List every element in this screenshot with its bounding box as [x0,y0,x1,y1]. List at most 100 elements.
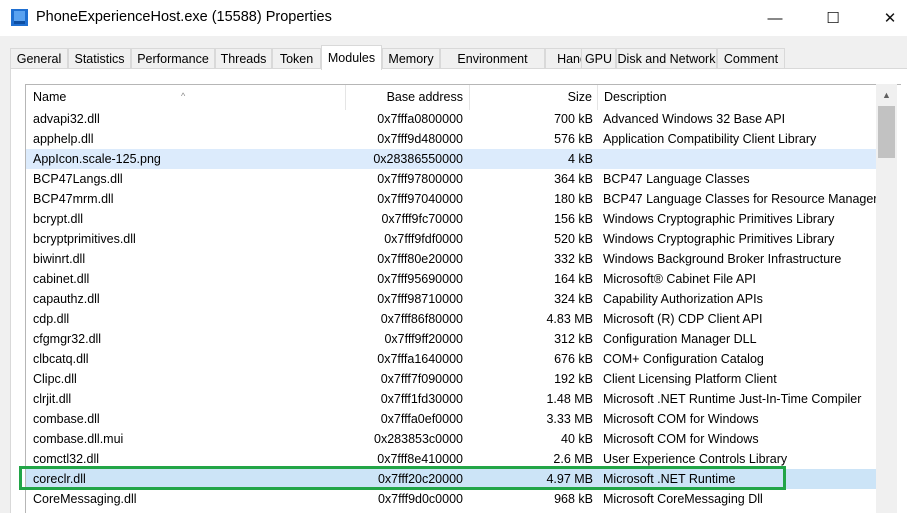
base-address: 0x7fff95690000 [377,272,463,286]
tab-gpu[interactable]: GPU [581,48,616,68]
column-header-base-address[interactable]: Base address [346,85,470,110]
module-name: clrjit.dll [33,392,72,406]
module-name: CoreMessaging.dll [33,492,137,506]
app-icon [11,9,28,26]
table-row[interactable]: cfgmgr32.dll 0x7fff9ff20000 312 kB Configur… [26,329,876,349]
tab-modules[interactable]: Modules [321,45,382,70]
module-size: 156 kB [554,212,593,226]
module-size: 4 kB [567,152,593,166]
tab-threads[interactable]: Threads [215,48,272,68]
list-header: Name ^ Base address Size Description [26,85,876,110]
table-row[interactable]: cdp.dll 0x7fff86f80000 4.83 MB Microsoft (R… [26,309,876,329]
base-address: 0x7fff20c20000 [377,472,463,486]
module-description: Microsoft (R) CDP Client API [603,312,763,326]
module-description: Microsoft .NET Runtime Just-In-Time Comp… [603,392,862,406]
table-row[interactable]: BCP47Langs.dll 0x7fff97800000 364 kB BCP47 … [26,169,876,189]
module-name: coreclr.dll [33,472,86,486]
tab-memory[interactable]: Memory [382,48,440,68]
module-name: bcryptprimitives.dll [33,232,136,246]
table-row[interactable]: bcryptprimitives.dll 0x7fff9fdf0000 520 kB… [26,229,876,249]
module-description: Windows Cryptographic Primitives Library [603,212,835,226]
modules-list[interactable]: Name ^ Base address Size Description adva… [25,84,901,513]
module-name: combase.dll [33,412,100,426]
column-header-name[interactable]: Name ^ [26,85,346,110]
tab-performance[interactable]: Performance [131,48,215,68]
module-size: 520 kB [554,232,593,246]
base-address: 0x7fffa1640000 [377,352,463,366]
base-address: 0x7fff98710000 [377,292,463,306]
module-description: BCP47 Language Classes [603,172,750,186]
module-size: 700 kB [554,112,593,126]
maximize-icon: ☐ [826,10,840,27]
module-size: 2.6 MB [553,452,593,466]
table-row[interactable]: coreclr.dll 0x7fff20c20000 4.97 MB Microsof… [26,469,876,489]
table-row[interactable]: advapi32.dll 0x7fffa0800000 700 kB Advanced… [26,109,876,129]
module-description: Windows Background Broker Infrastructure [603,252,842,266]
module-size: 40 kB [561,432,593,446]
module-name: cfgmgr32.dll [33,332,102,346]
base-address: 0x7fff97800000 [377,172,463,186]
tab-comment[interactable]: Comment [717,48,785,68]
table-row[interactable]: CoreMessaging.dll 0x7fff9d0c0000 968 kB Mic… [26,489,876,509]
base-address: 0x7fff1fd30000 [380,392,463,406]
column-header-description[interactable]: Description [598,85,898,110]
base-address: 0x7fff8e410000 [377,452,463,466]
table-row[interactable]: apphelp.dll 0x7fff9d480000 576 kB Applicati… [26,129,876,149]
maximize-button[interactable]: ☐ [810,0,856,36]
module-size: 3.33 MB [546,412,593,426]
table-row[interactable]: cabinet.dll 0x7fff95690000 164 kB Microsoft… [26,269,876,289]
close-button[interactable]: ✕ [867,0,907,36]
module-name: capauthz.dll [33,292,100,306]
module-description: Capability Authorization APIs [603,292,763,306]
module-description: Application Compatibility Client Library [603,132,817,146]
vertical-scrollbar[interactable]: ▲ [876,84,897,513]
base-address: 0x7fff9d0c0000 [377,492,463,506]
scrollbar-thumb[interactable] [878,106,895,158]
module-description: Microsoft .NET Runtime [603,472,736,486]
module-name: clbcatq.dll [33,352,89,366]
tab-environment[interactable]: Environment [440,48,545,68]
table-row[interactable]: clrjit.dll 0x7fff1fd30000 1.48 MB Microsoft… [26,389,876,409]
tab-general[interactable]: General [10,48,68,68]
window-title: PhoneExperienceHost.exe (15588) Properti… [36,9,332,25]
table-row[interactable]: biwinrt.dll 0x7fff80e20000 332 kB Windows B… [26,249,876,269]
module-description: Microsoft COM for Windows [603,412,759,426]
column-header-size[interactable]: Size [470,85,598,110]
module-name: cdp.dll [33,312,70,326]
table-row[interactable]: bcrypt.dll 0x7fff9fc70000 156 kB Windows Cr… [26,209,876,229]
tab-statistics[interactable]: Statistics [68,48,131,68]
module-description: BCP47 Language Classes for Resource Mana… [603,192,878,206]
table-row[interactable]: clbcatq.dll 0x7fffa1640000 676 kB COM+ Conf… [26,349,876,369]
module-size: 676 kB [554,352,593,366]
module-description: Advanced Windows 32 Base API [603,112,786,126]
module-name: combase.dll.mui [33,432,124,446]
table-row[interactable]: combase.dll.mui 0x283853c0000 40 kB Microso… [26,429,876,449]
module-name: advapi32.dll [33,112,100,126]
base-address: 0x7fff9ff20000 [384,332,463,346]
module-description: Microsoft® Cabinet File API [603,272,757,286]
table-row[interactable]: Clipc.dll 0x7fff7f090000 192 kB Client Lice… [26,369,876,389]
base-address: 0x7fffa0800000 [377,112,463,126]
table-row[interactable]: combase.dll 0x7fffa0ef0000 3.33 MB Microsof… [26,409,876,429]
module-size: 4.97 MB [546,472,593,486]
tab-disk-and-network[interactable]: Disk and Network [616,48,717,68]
module-size: 324 kB [554,292,593,306]
table-row[interactable]: AppIcon.scale-125.png 0x28386550000 4 kB [26,149,876,169]
base-address: 0x7fffa0ef0000 [380,412,463,426]
module-name: apphelp.dll [33,132,94,146]
base-address: 0x7fff7f090000 [380,372,463,386]
scroll-up-button[interactable]: ▲ [876,84,897,105]
minimize-button[interactable]: — [752,0,798,36]
base-address: 0x7fff80e20000 [377,252,463,266]
module-name: comctl32.dll [33,452,99,466]
tab-token[interactable]: Token [272,48,321,68]
table-row[interactable]: BCP47mrm.dll 0x7fff97040000 180 kB BCP47 La… [26,189,878,209]
base-address: 0x28386550000 [373,152,463,166]
module-description: Client Licensing Platform Client [603,372,777,386]
table-row[interactable]: comctl32.dll 0x7fff8e410000 2.6 MB User Exp… [26,449,876,469]
base-address: 0x7fff9d480000 [377,132,463,146]
table-row[interactable]: capauthz.dll 0x7fff98710000 324 kB Capabili… [26,289,876,309]
module-size: 312 kB [554,332,593,346]
base-address: 0x7fff97040000 [377,192,463,206]
module-name: BCP47Langs.dll [33,172,123,186]
